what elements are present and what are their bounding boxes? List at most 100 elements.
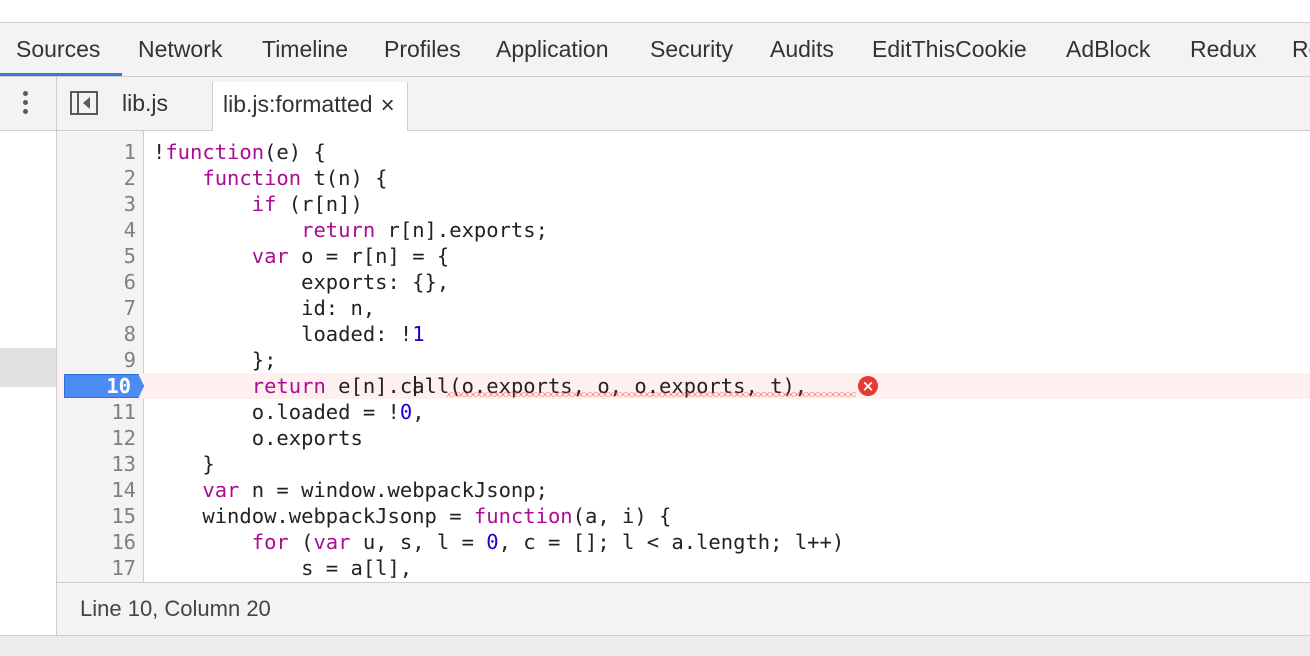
line-number[interactable]: 13 <box>57 451 136 477</box>
code-token: , <box>412 400 425 424</box>
file-tab-row: lib.js lib.js:formatted × <box>0 77 1310 131</box>
line-number[interactable]: 14 <box>57 477 136 503</box>
line-number[interactable]: 4 <box>57 217 136 243</box>
code-line[interactable]: 9 }; <box>57 347 1310 373</box>
code-line[interactable]: 12 o.exports <box>57 425 1310 451</box>
code-line[interactable]: 11 o.loaded = !0, <box>57 399 1310 425</box>
devtools-panel-tabbar: Sources Network Timeline Profiles Applic… <box>0 23 1310 77</box>
file-tab-lib-js-formatted[interactable]: lib.js:formatted × <box>212 82 408 131</box>
line-number[interactable]: 5 <box>57 243 136 269</box>
code-line[interactable]: 7 id: n, <box>57 295 1310 321</box>
code-line[interactable]: 3 if (r[n]) <box>57 191 1310 217</box>
number-token: 0 <box>399 400 413 424</box>
code-text: var n = window.webpackJsonp; <box>153 477 548 503</box>
code-token: o.exports <box>153 426 363 450</box>
file-tab-lib-js[interactable]: lib.js <box>122 77 168 130</box>
code-text: } <box>153 451 215 477</box>
code-line[interactable]: 8 loaded: !1 <box>57 321 1310 347</box>
tab-application[interactable]: Application <box>496 23 609 76</box>
code-line[interactable]: 6 exports: {}, <box>57 269 1310 295</box>
line-number[interactable]: 7 <box>57 295 136 321</box>
line-number[interactable]: 15 <box>57 503 136 529</box>
code-line[interactable]: 10 return e[n].call(o.exports, o, o.expo… <box>57 373 1310 399</box>
error-underline <box>446 392 856 397</box>
line-number[interactable]: 8 <box>57 321 136 347</box>
code-token: window.webpackJsonp = <box>153 504 474 528</box>
code-token: r[n].exports; <box>375 218 548 242</box>
more-options-icon[interactable] <box>15 87 35 119</box>
code-line[interactable]: 13 } <box>57 451 1310 477</box>
code-text: o.exports <box>153 425 363 451</box>
line-number[interactable]: 11 <box>57 399 136 425</box>
code-text: if (r[n]) <box>153 191 363 217</box>
tab-editthiscookie[interactable]: EditThisCookie <box>872 23 1027 76</box>
code-token: o.loaded = ! <box>153 400 400 424</box>
keyword-token: return <box>251 374 326 398</box>
line-number[interactable]: 9 <box>57 347 136 373</box>
code-token: ( <box>288 530 314 554</box>
code-token: (e) { <box>264 140 326 164</box>
toggle-navigator-icon[interactable] <box>70 91 98 115</box>
keyword-token: var <box>313 530 351 554</box>
code-line[interactable]: 15 window.webpackJsonp = function(a, i) … <box>57 503 1310 529</box>
text-cursor <box>414 376 416 396</box>
code-token: (a, i) { <box>572 504 672 528</box>
tab-overflow[interactable]: Re <box>1292 23 1310 76</box>
code-text: s = a[l], <box>153 555 412 581</box>
keyword-token: function <box>473 504 573 528</box>
code-text: o.loaded = !0, <box>153 399 425 425</box>
keyword-token: for <box>251 530 289 554</box>
code-line[interactable]: 16 for (var u, s, l = 0, c = []; l < a.l… <box>57 529 1310 555</box>
cursor-position: Line 10, Column 20 <box>80 596 271 621</box>
close-icon[interactable]: × <box>381 84 395 128</box>
code-editor[interactable]: 1 !function(e) {2 function t(n) {3 if (r[… <box>57 131 1310 582</box>
code-text: !function(e) { <box>153 139 326 165</box>
code-token: } <box>153 452 215 476</box>
line-number[interactable]: 17 <box>57 555 136 581</box>
keyword-token: return <box>301 218 376 242</box>
code-line[interactable]: 1 !function(e) { <box>57 139 1310 165</box>
number-token: 1 <box>412 322 425 346</box>
code-line[interactable]: 17 s = a[l], <box>57 555 1310 581</box>
file-tab-label: lib.js:formatted <box>223 91 373 117</box>
tab-adblock[interactable]: AdBlock <box>1066 23 1150 76</box>
code-line[interactable]: 4 return r[n].exports; <box>57 217 1310 243</box>
code-line[interactable]: 14 var n = window.webpackJsonp; <box>57 477 1310 503</box>
tab-audits[interactable]: Audits <box>770 23 834 76</box>
navigator-pane <box>0 131 57 635</box>
code-line[interactable]: 5 var o = r[n] = { <box>57 243 1310 269</box>
selected-navigator-item[interactable] <box>0 348 56 387</box>
code-token: o = r[n] = { <box>288 244 450 268</box>
tab-timeline[interactable]: Timeline <box>262 23 348 76</box>
divider <box>56 77 57 130</box>
tab-redux[interactable]: Redux <box>1190 23 1256 76</box>
tab-sources[interactable]: Sources <box>16 23 101 76</box>
drawer-strip <box>0 635 1310 656</box>
tab-profiles[interactable]: Profiles <box>384 23 461 76</box>
code-line[interactable]: 2 function t(n) { <box>57 165 1310 191</box>
line-number[interactable]: 3 <box>57 191 136 217</box>
line-number[interactable]: 6 <box>57 269 136 295</box>
line-number[interactable]: 2 <box>57 165 136 191</box>
keyword-token: var <box>202 478 240 502</box>
code-token: s = a[l], <box>153 556 413 580</box>
code-text: var o = r[n] = { <box>153 243 449 269</box>
line-number[interactable]: 1 <box>57 139 136 165</box>
active-tab-indicator <box>0 73 122 76</box>
breakpoint-marker[interactable]: 10 <box>64 374 144 398</box>
code-token: }; <box>153 348 277 372</box>
line-number[interactable]: 16 <box>57 529 136 555</box>
tab-security[interactable]: Security <box>650 23 733 76</box>
line-number[interactable]: 12 <box>57 425 136 451</box>
error-icon[interactable]: × <box>858 376 878 396</box>
code-token: n = window.webpackJsonp; <box>239 478 548 502</box>
status-bar: Line 10, Column 20 <box>57 582 1310 635</box>
tab-network[interactable]: Network <box>138 23 222 76</box>
code-text: return r[n].exports; <box>153 217 548 243</box>
